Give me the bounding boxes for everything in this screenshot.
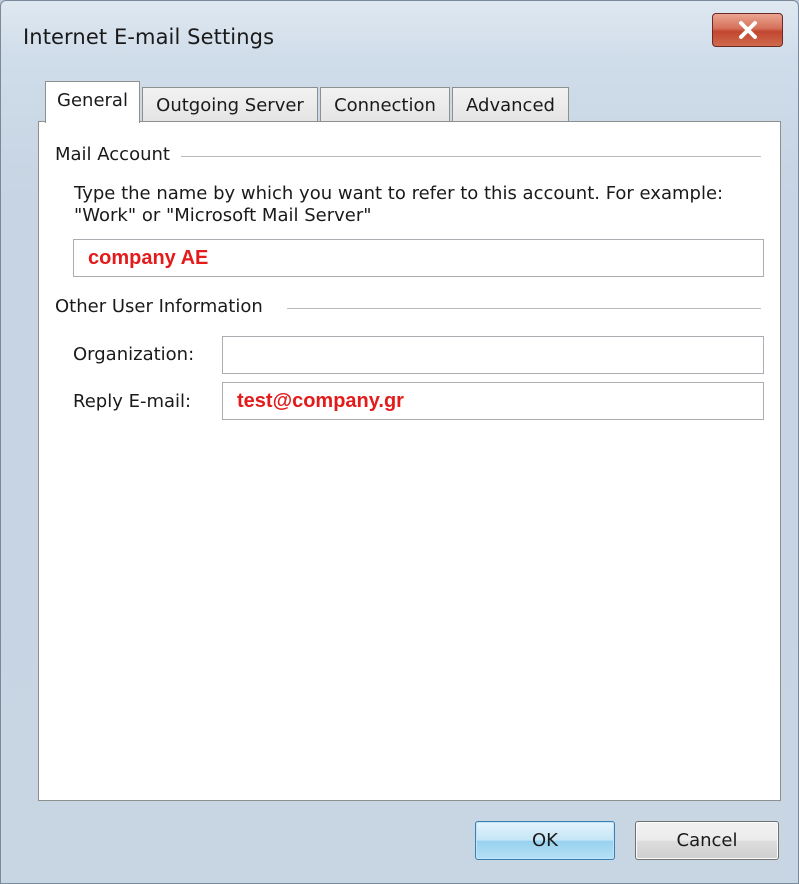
- mail-account-divider: [181, 156, 761, 157]
- reply-email-label: Reply E-mail:: [73, 391, 192, 412]
- reply-email-input[interactable]: test@company.gr: [222, 382, 764, 420]
- tab-outgoing-server[interactable]: Outgoing Server: [142, 87, 318, 122]
- mail-account-group-label: Mail Account: [55, 144, 178, 165]
- organization-label: Organization:: [73, 344, 195, 365]
- close-button[interactable]: [712, 13, 783, 47]
- other-user-info-group-label: Other User Information: [55, 296, 271, 317]
- ok-button[interactable]: OK: [475, 821, 615, 860]
- window-title: Internet E-mail Settings: [23, 25, 275, 49]
- account-name-input[interactable]: company AE: [73, 239, 764, 277]
- organization-input[interactable]: [222, 336, 764, 374]
- tab-general[interactable]: General: [45, 81, 140, 123]
- cancel-button[interactable]: Cancel: [635, 821, 779, 860]
- tab-advanced[interactable]: Advanced: [452, 87, 569, 122]
- other-user-info-divider: [287, 308, 761, 309]
- dialog-window: Internet E-mail Settings General Outgoin…: [0, 0, 799, 884]
- account-name-description: Type the name by which you want to refer…: [74, 183, 724, 226]
- close-icon: [738, 21, 757, 39]
- tab-connection[interactable]: Connection: [320, 87, 450, 122]
